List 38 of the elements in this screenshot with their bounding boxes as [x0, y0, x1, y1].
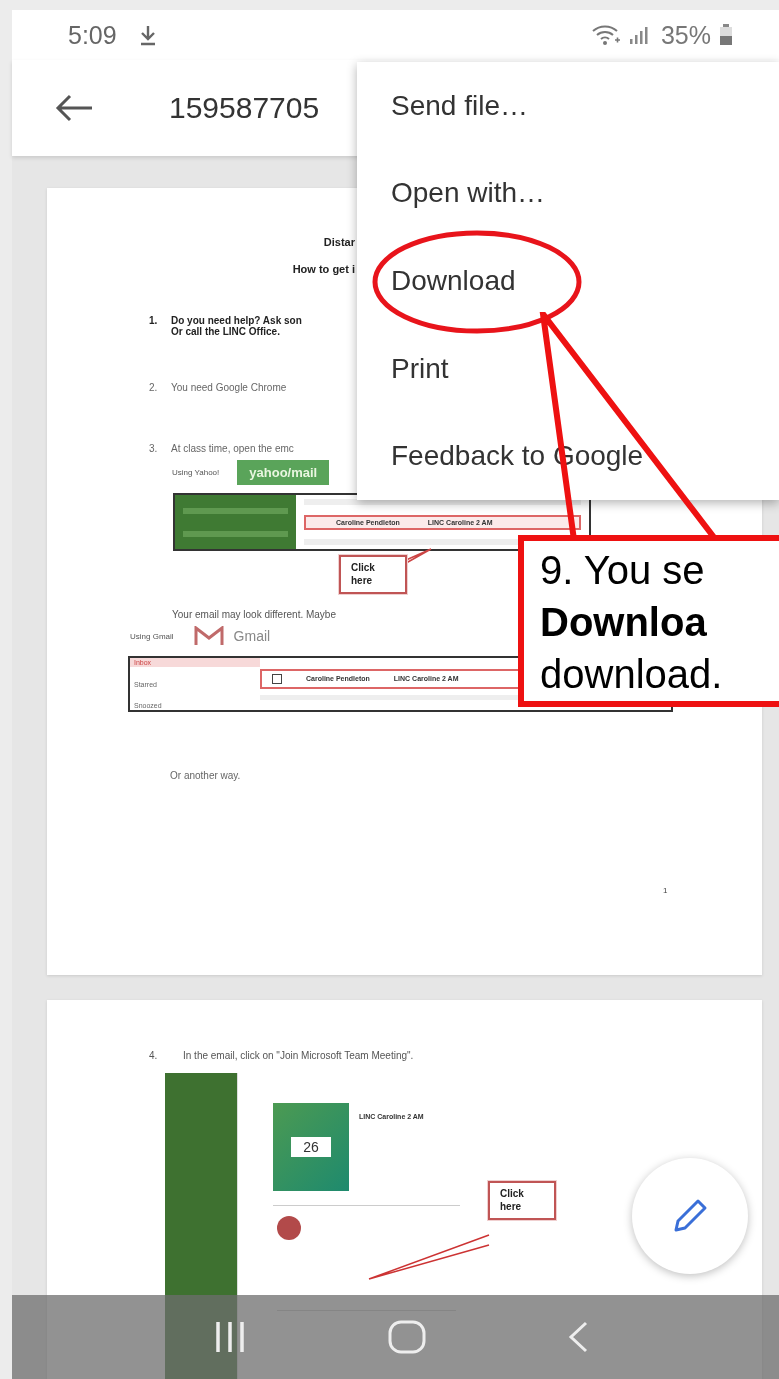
- step-text: Or call the LINC Office.: [171, 326, 281, 337]
- document-heading: Distar: [322, 236, 355, 248]
- body-text: Or another way.: [170, 770, 242, 781]
- battery-icon: [719, 24, 733, 46]
- menu-item[interactable]: Send file…: [357, 89, 528, 122]
- calendar-day: 26: [291, 1137, 331, 1157]
- caption-text: Using Yahoo!: [172, 468, 220, 477]
- checkbox-icon: [272, 673, 282, 684]
- signal-icon: [628, 25, 649, 45]
- wifi-icon: [590, 24, 621, 46]
- battery-percent: 35%: [660, 20, 711, 50]
- instruction-callout: 9. You se Downloa download.: [518, 535, 779, 707]
- home-icon[interactable]: [386, 1319, 427, 1355]
- menu-item[interactable]: Download: [357, 265, 516, 297]
- back-arrow-icon[interactable]: [54, 93, 94, 123]
- step-text: You need Google Chrome: [171, 382, 287, 393]
- document-title: 159587705: [169, 91, 320, 125]
- mail-logo: yahoo/mail: [237, 460, 330, 485]
- step-text: In the email, click on "Join Microsoft Team Meeting".: [183, 1050, 414, 1061]
- menu-item[interactable]: Open with…: [357, 177, 546, 210]
- step-text: At class time, open the emc: [171, 443, 294, 454]
- step-number: 4.: [149, 1050, 159, 1061]
- download-icon: [138, 24, 157, 46]
- callout-label: Click here: [339, 555, 407, 594]
- avatar-icon: [277, 1216, 301, 1240]
- status-time: 5:09: [68, 20, 117, 50]
- step-number: 1.: [149, 315, 159, 328]
- page-number: 1: [663, 886, 669, 895]
- callout-label: Click here: [488, 1181, 556, 1220]
- envelope-logo-icon: [193, 626, 224, 646]
- body-text: Your email may look different. Maybe: [172, 609, 337, 620]
- caption-text: Using Gmail: [130, 631, 174, 641]
- mail-logo-text: Gmail: [233, 628, 271, 644]
- menu-item[interactable]: Print: [357, 352, 449, 385]
- step-number: 3.: [149, 443, 159, 454]
- step-text: Do you need help? Ask son: [171, 315, 302, 326]
- document-subheading: How to get i: [291, 263, 355, 275]
- step-number: 2.: [149, 382, 159, 393]
